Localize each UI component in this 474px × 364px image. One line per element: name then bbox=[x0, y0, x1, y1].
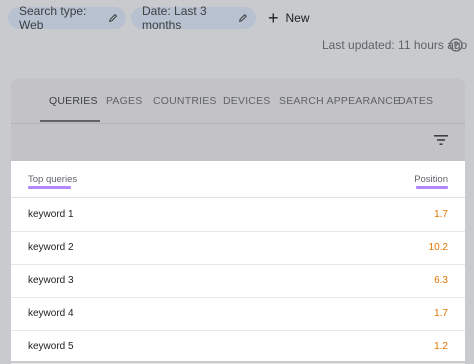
query-cell: keyword 1 bbox=[28, 209, 74, 220]
table-header: Top queries Position bbox=[11, 161, 465, 198]
position-cell: 1.7 bbox=[434, 209, 448, 220]
highlight-underline bbox=[28, 186, 71, 189]
table-row[interactable]: keyword 3 6.3 bbox=[11, 264, 465, 298]
position-cell: 10.2 bbox=[428, 242, 448, 253]
last-updated-text: Last updated: 11 hours ago bbox=[322, 38, 468, 52]
tab-pages[interactable]: PAGES bbox=[106, 95, 142, 107]
tab-devices[interactable]: DEVICES bbox=[223, 95, 271, 107]
tab-search-appearance[interactable]: SEARCH APPEARANCE bbox=[279, 95, 400, 107]
query-cell: keyword 3 bbox=[28, 275, 74, 286]
search-type-label: Search type: Web bbox=[19, 4, 87, 32]
position-cell: 1.2 bbox=[434, 341, 448, 352]
new-label: New bbox=[285, 11, 310, 25]
plus-icon: + bbox=[268, 8, 279, 28]
pencil-icon bbox=[108, 13, 118, 23]
help-icon[interactable] bbox=[449, 38, 463, 52]
position-cell: 1.7 bbox=[434, 308, 448, 319]
table-row[interactable]: keyword 5 1.2 bbox=[11, 330, 465, 364]
queries-table: Top queries Position keyword 1 1.7 keywo… bbox=[11, 161, 465, 364]
tab-dates[interactable]: DATES bbox=[398, 95, 433, 107]
tabs-divider bbox=[11, 123, 465, 124]
report-card: QUERIES PAGES COUNTRIES DEVICES SEARCH A… bbox=[11, 78, 465, 168]
tab-countries[interactable]: COUNTRIES bbox=[153, 95, 217, 107]
column-header-top-queries[interactable]: Top queries bbox=[28, 174, 77, 185]
filter-icon[interactable] bbox=[433, 133, 449, 147]
active-tab-indicator bbox=[40, 120, 100, 122]
date-label: Date: Last 3 months bbox=[142, 4, 207, 32]
highlight-underline bbox=[416, 186, 448, 189]
query-cell: keyword 4 bbox=[28, 308, 74, 319]
date-filter-chip[interactable]: Date: Last 3 months bbox=[131, 4, 256, 32]
query-cell: keyword 5 bbox=[28, 341, 74, 352]
query-cell: keyword 2 bbox=[28, 242, 74, 253]
tab-queries[interactable]: QUERIES bbox=[49, 95, 98, 107]
column-header-position[interactable]: Position bbox=[414, 174, 448, 185]
new-filter-button[interactable]: + New bbox=[268, 7, 310, 29]
pencil-icon bbox=[239, 14, 248, 22]
search-type-filter-chip[interactable]: Search type: Web bbox=[8, 4, 126, 32]
position-cell: 6.3 bbox=[434, 275, 448, 286]
table-row[interactable]: keyword 1 1.7 bbox=[11, 198, 465, 232]
report-tabs: QUERIES PAGES COUNTRIES DEVICES SEARCH A… bbox=[11, 78, 465, 123]
table-row[interactable]: keyword 2 10.2 bbox=[11, 231, 465, 265]
table-row[interactable]: keyword 4 1.7 bbox=[11, 297, 465, 331]
